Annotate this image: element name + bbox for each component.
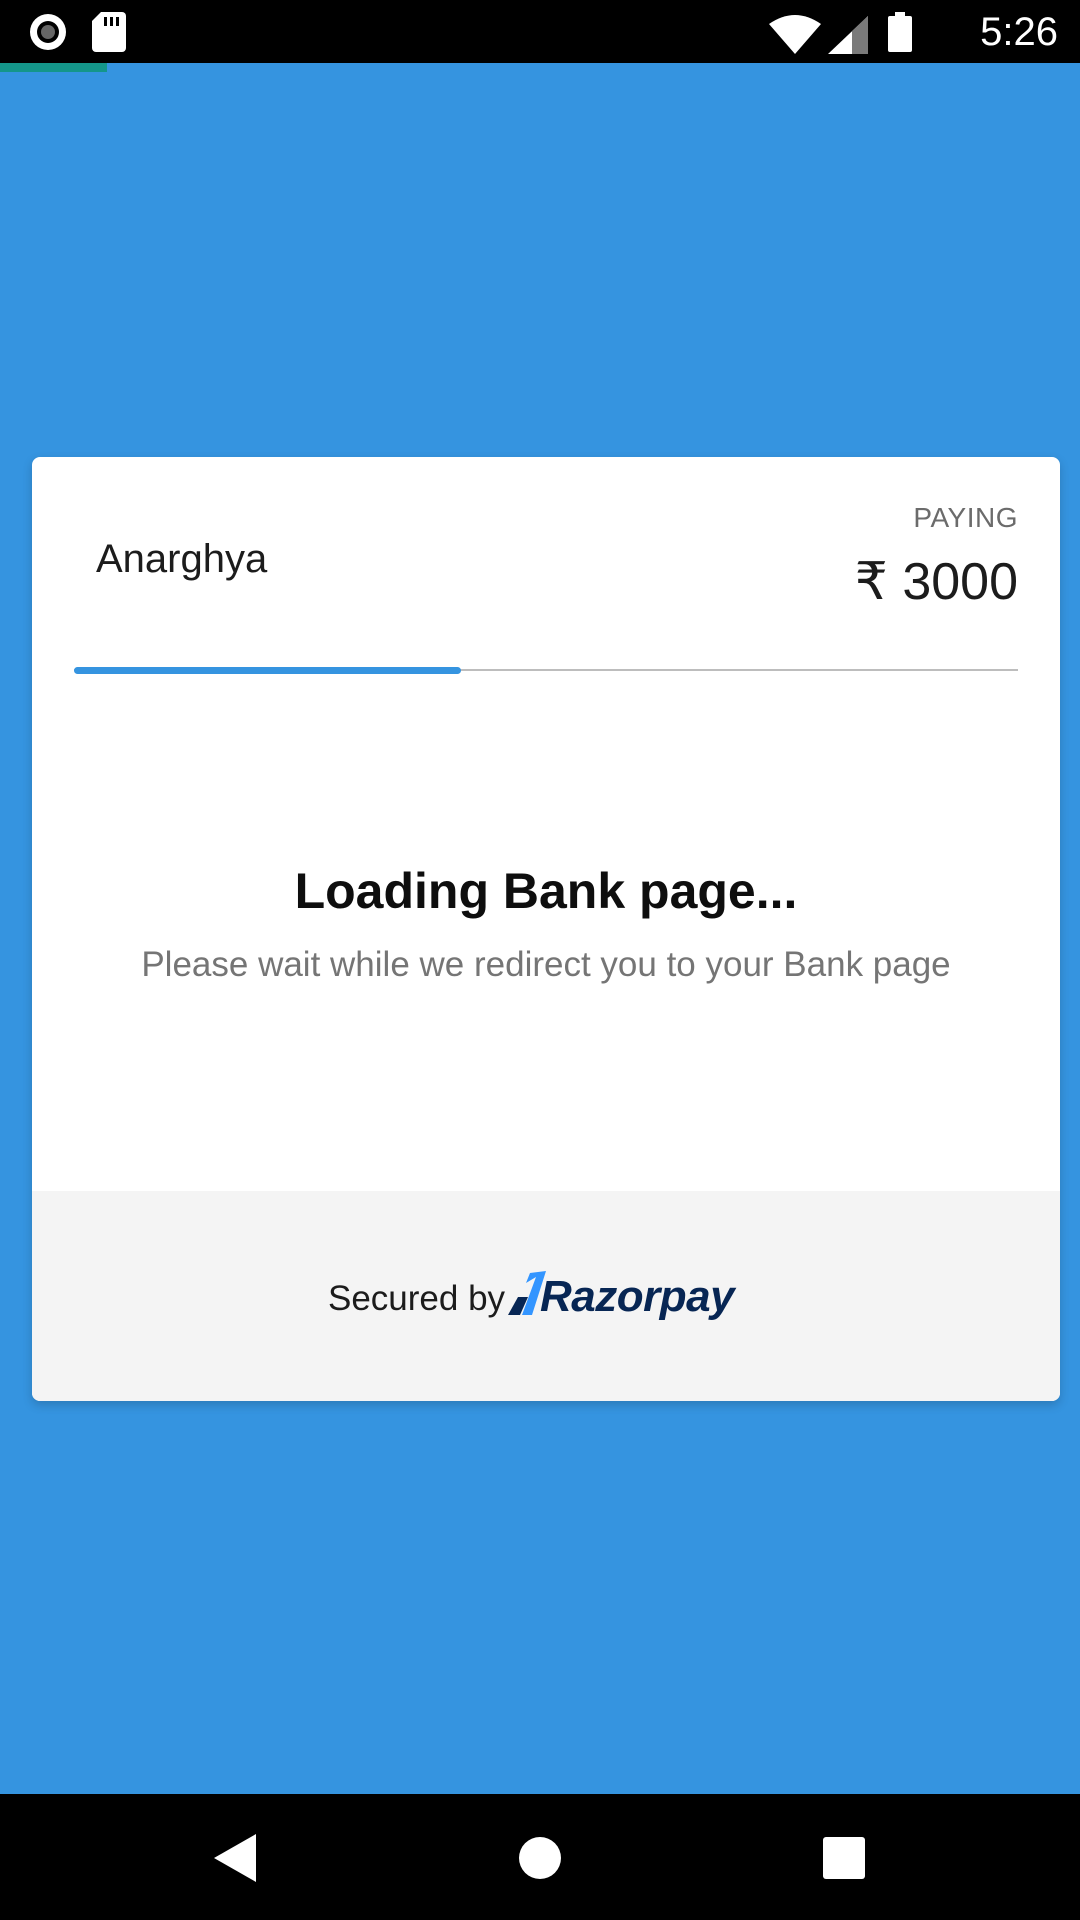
- record-icon: [30, 14, 66, 50]
- payment-amount: ₹ 3000: [854, 553, 1018, 611]
- navigation-bar: [0, 1794, 1080, 1920]
- status-right-icons: 5:26: [718, 8, 1058, 56]
- wifi-icon: [769, 15, 821, 54]
- back-icon[interactable]: [214, 1834, 256, 1882]
- loading-accent-bar: [0, 63, 107, 72]
- recents-icon[interactable]: [823, 1837, 865, 1879]
- merchant-name: Anarghya: [96, 537, 268, 581]
- payment-card: Anarghya PAYING ₹ 3000 Loading Bank page…: [32, 457, 1060, 1401]
- battery-icon: [888, 12, 912, 52]
- loading-subtitle: Please wait while we redirect you to you…: [141, 945, 951, 984]
- paying-label: PAYING: [913, 502, 1018, 533]
- sd-card-icon: [92, 12, 126, 52]
- cell-signal-icon: [828, 16, 868, 54]
- status-clock: 5:26: [980, 10, 1058, 54]
- card-footer: Secured by Razorpay: [32, 1191, 1060, 1401]
- secured-by-row: Secured by Razorpay: [328, 1269, 798, 1329]
- razorpay-wordmark: Razorpay: [540, 1272, 735, 1321]
- secured-by-label: Secured by: [328, 1279, 506, 1318]
- loading-title: Loading Bank page...: [294, 863, 798, 919]
- home-icon[interactable]: [518, 1836, 562, 1880]
- progress-bar: [74, 667, 461, 674]
- status-bar: 5:26: [0, 0, 1080, 63]
